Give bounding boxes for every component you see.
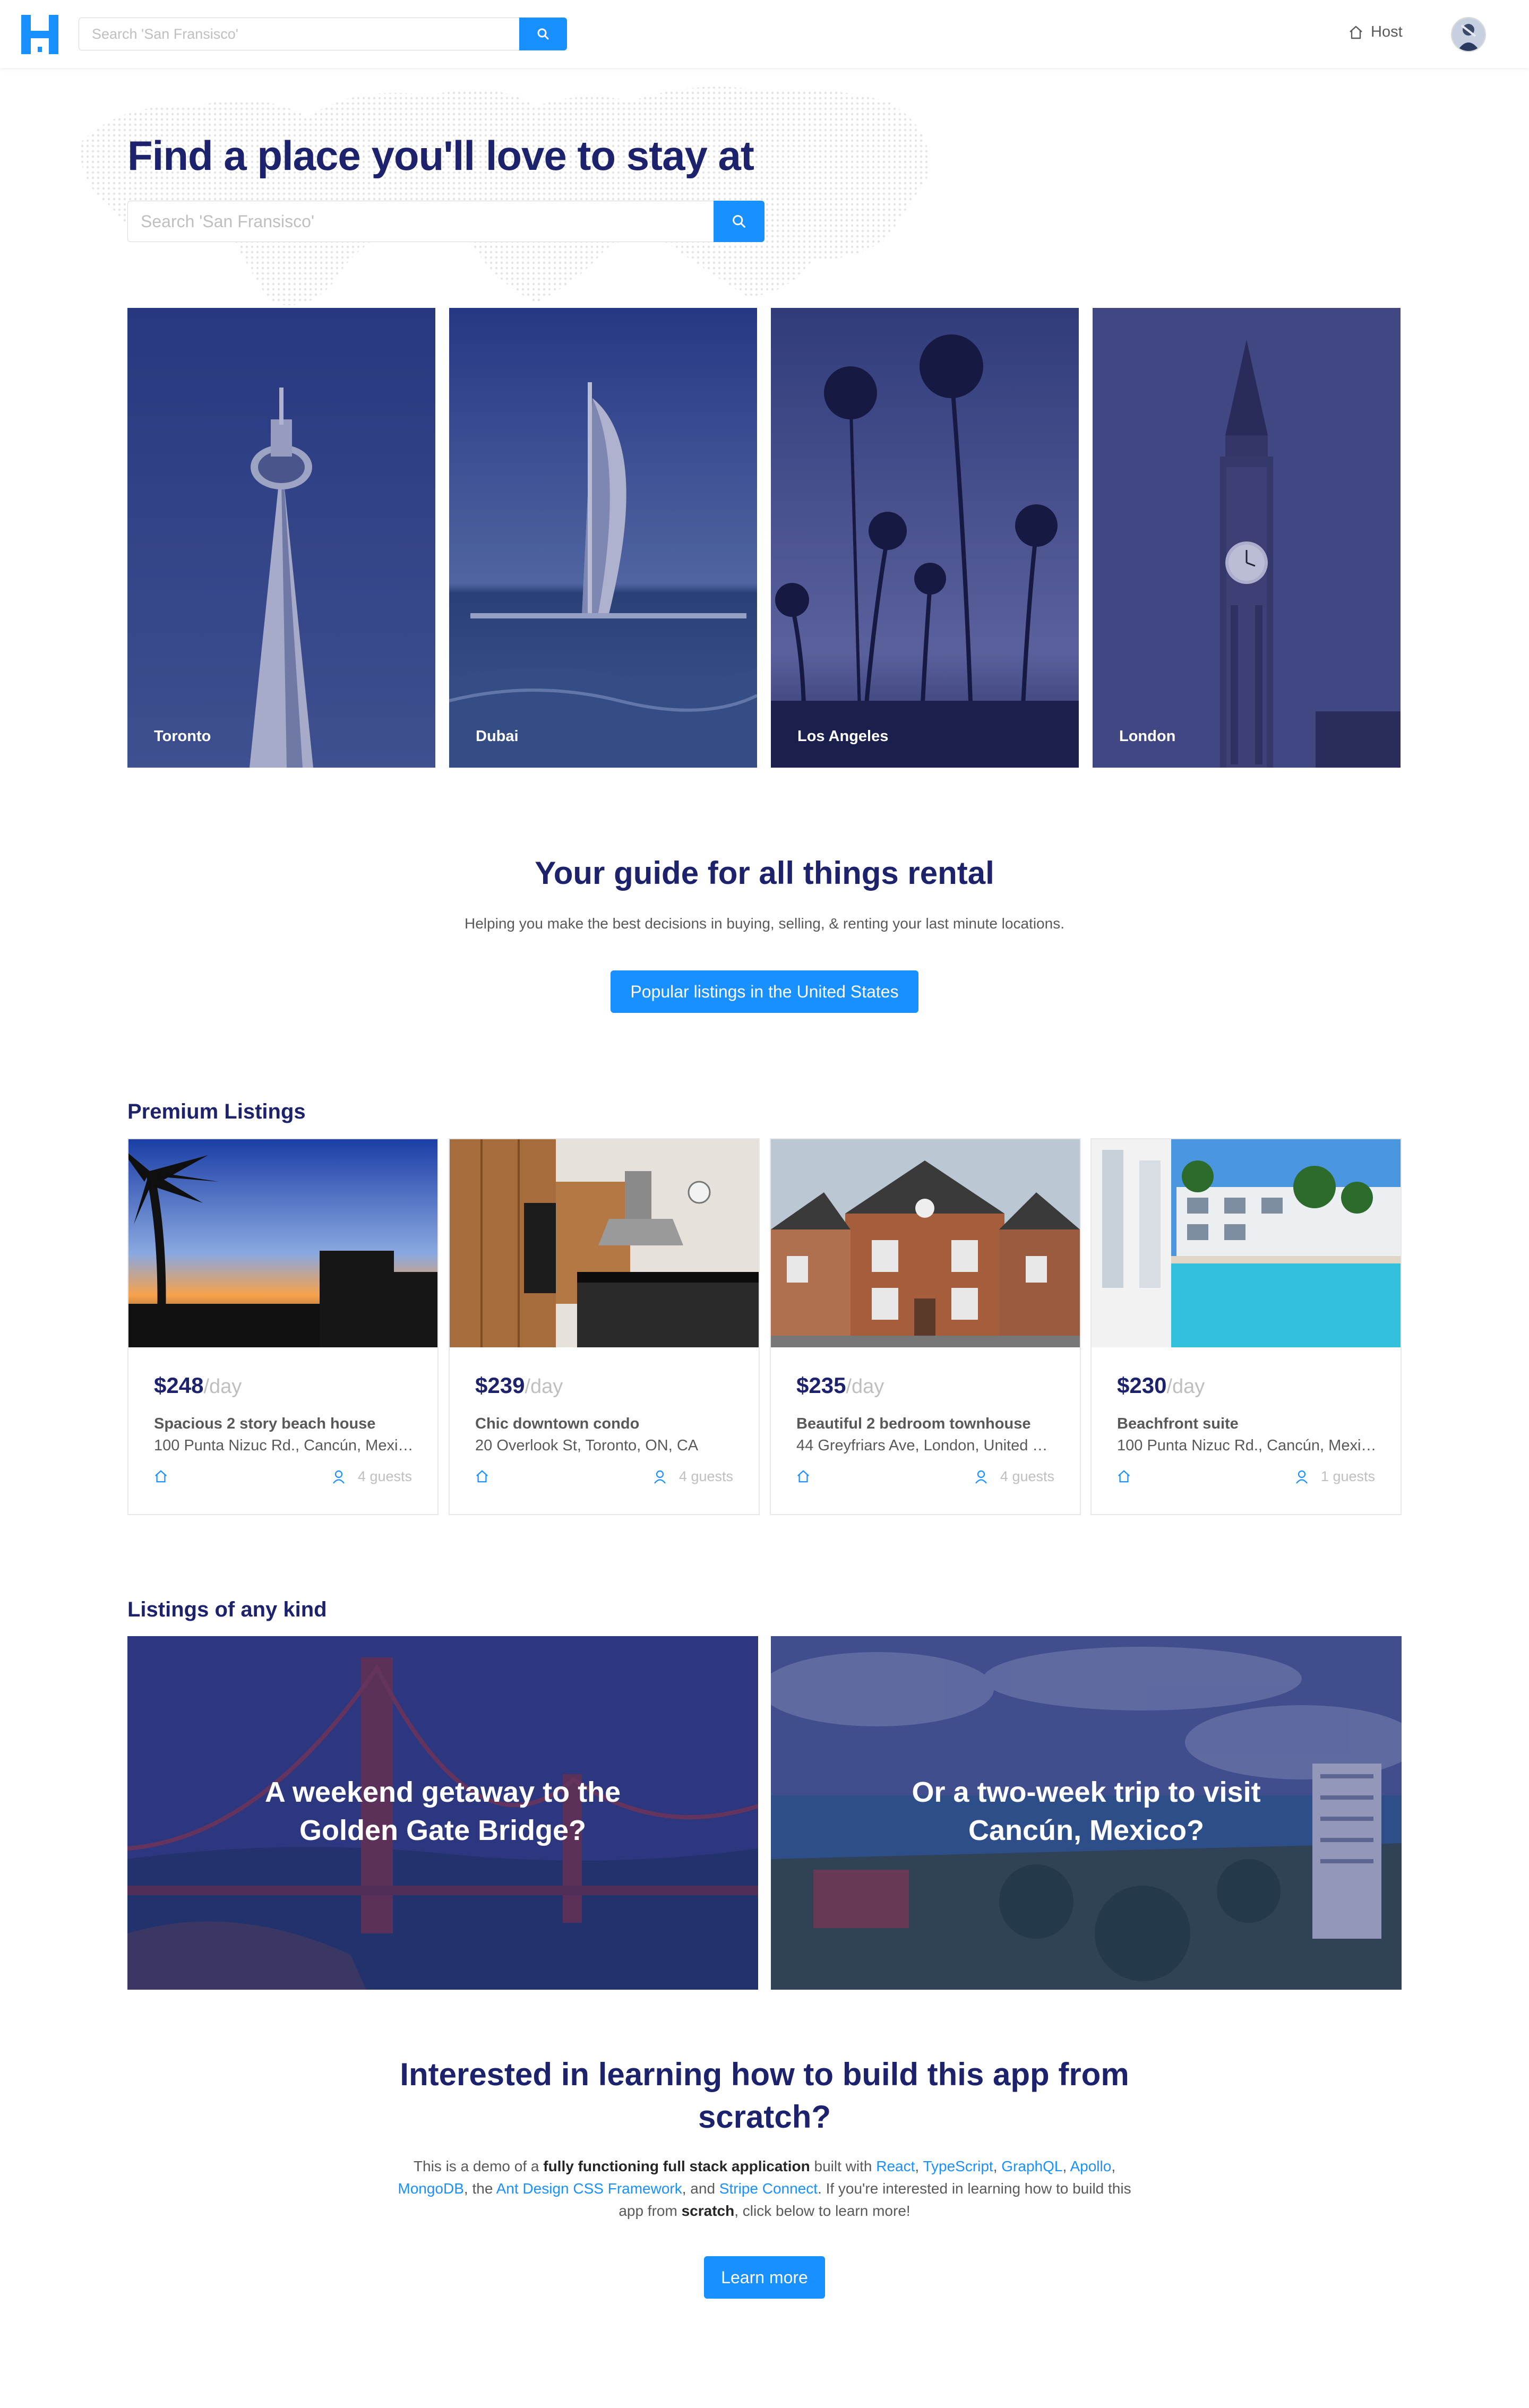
city-card-london[interactable]: London [1093,308,1401,768]
guide-subtitle: Helping you make the best decisions in b… [465,915,1064,932]
learn-description: This is a demo of a fully functioning fu… [398,2158,1131,2219]
avatar[interactable] [1451,17,1486,52]
listing-image [450,1139,759,1347]
city-card-los-angeles[interactable]: Los Angeles [771,308,1079,768]
listing-guests: 1 guests [1295,1468,1375,1485]
host-link[interactable]: Host [1348,23,1403,41]
world-map-background [80,87,930,306]
price-unit: /day [846,1375,884,1398]
avatar-image [1452,18,1485,51]
user-icon [333,1470,345,1484]
listing-guests: 4 guests [654,1468,733,1485]
home-icon [797,1470,809,1483]
hero-search-input[interactable] [127,201,714,242]
city-cards: Toronto Dubai Los Angeles London [127,308,1402,768]
listing-title: Beachfront suite [1117,1415,1239,1432]
hero-title: Find a place you'll love to stay at [127,132,754,179]
price-unit: /day [1166,1375,1205,1398]
city-card-toronto[interactable]: Toronto [127,308,435,768]
listing-card[interactable]: $248/day Spacious 2 story beach house 10… [127,1138,439,1515]
toronto-image [127,308,435,768]
city-label: Dubai [476,728,519,745]
listing-price: $239/day [475,1373,563,1398]
graphql-link[interactable]: GraphQL [1001,2158,1062,2174]
search-icon [733,215,745,228]
listing-title: Chic downtown condo [475,1415,640,1432]
host-label: Host [1371,23,1403,40]
los-angeles-image [771,308,1079,768]
city-card-dubai[interactable]: Dubai [449,308,757,768]
header-search [79,18,567,50]
listing-title: Spacious 2 story beach house [154,1415,376,1432]
cancun-caption: Or a two-week trip to visit Cancún, Mexi… [912,1776,1261,1846]
listing-price: $230/day [1117,1373,1205,1398]
popular-listings-button[interactable]: Popular listings in the United States [611,970,918,1013]
logo-icon[interactable] [21,15,58,54]
react-link[interactable]: React [876,2158,915,2174]
home-icon [476,1470,488,1483]
learn-title: Interested in learning how to build this… [400,2057,1129,2135]
search-icon [537,28,549,40]
listing-card[interactable]: $239/day Chic downtown condo 20 Overlook… [449,1138,760,1515]
stripe-connect-link[interactable]: Stripe Connect [719,2180,818,2197]
city-label: Toronto [154,728,211,745]
dubai-image [449,308,757,768]
home-icon [155,1470,167,1483]
learn-more-button[interactable]: Learn more [704,2256,825,2299]
user-icon [975,1470,987,1484]
listing-price: $235/day [796,1373,884,1398]
listing-address: 44 Greyfriars Ave, London, United Kingdo… [796,1437,1056,1454]
hero-search-button[interactable] [714,201,764,242]
app-header: Host [0,0,1529,68]
cancun-card[interactable]: Or a two-week trip to visit Cancún, Mexi… [771,1636,1402,1990]
hero-search [127,201,764,242]
price-unit: /day [203,1375,242,1398]
mongodb-link[interactable]: MongoDB [398,2180,464,2197]
listing-image [1092,1139,1401,1347]
typescript-link[interactable]: TypeScript [923,2158,993,2174]
listing-address: 100 Punta Nizuc Rd., Cancún, Mexico [1117,1437,1377,1454]
listing-image [128,1139,437,1347]
apollo-link[interactable]: Apollo [1070,2158,1111,2174]
golden-gate-caption: A weekend getaway to the Golden Gate Bri… [264,1776,621,1846]
city-label: Los Angeles [797,728,889,745]
price-unit: /day [525,1375,563,1398]
home-icon [1350,25,1362,39]
guide-title: Your guide for all things rental [535,855,994,891]
user-icon [1296,1470,1308,1484]
home-icon [1118,1470,1130,1483]
listing-address: 100 Punta Nizuc Rd., Cancún, Mexico [154,1437,414,1454]
user-icon [654,1470,666,1484]
listing-guests: 4 guests [332,1468,412,1485]
header-search-button[interactable] [519,18,567,50]
listing-address: 20 Overlook St, Toronto, ON, CA [475,1437,699,1454]
listings-any-kind-title: Listings of any kind [127,1598,327,1621]
listing-title: Beautiful 2 bedroom townhouse [796,1415,1031,1432]
listing-card[interactable]: $235/day Beautiful 2 bedroom townhouse 4… [770,1138,1081,1515]
city-label: London [1119,728,1176,745]
listing-image [771,1139,1080,1347]
header-search-input[interactable] [79,18,519,50]
listing-card[interactable]: $230/day Beachfront suite 100 Punta Nizu… [1090,1138,1402,1515]
listing-price: $248/day [154,1373,242,1398]
golden-gate-card[interactable]: A weekend getaway to the Golden Gate Bri… [127,1636,758,1990]
premium-listings-title: Premium Listings [127,1100,306,1123]
london-image [1093,308,1401,768]
ant-design-link[interactable]: Ant Design CSS Framework [496,2180,682,2197]
listing-guests: 4 guests [975,1468,1054,1485]
